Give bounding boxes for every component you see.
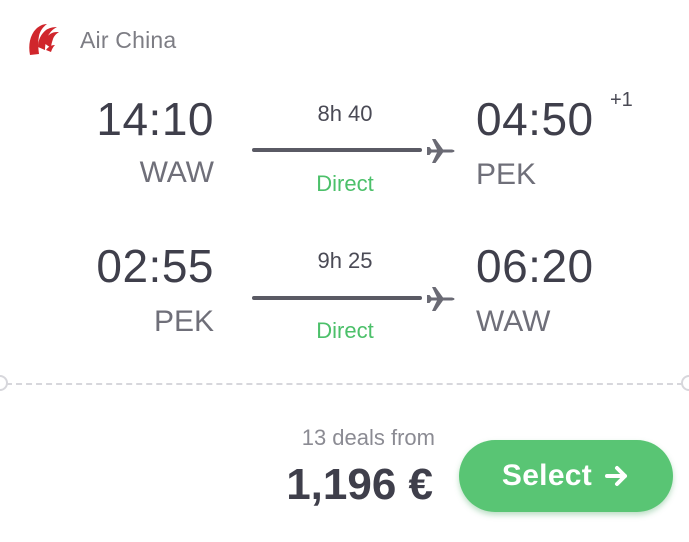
inbound-arrive-time: 06:20 (476, 240, 594, 292)
ticket-divider (6, 383, 683, 385)
ticket-notch-right (681, 375, 689, 391)
ticket-notch-left (0, 375, 8, 391)
outbound-depart-code: WAW (139, 156, 214, 189)
airplane-icon (427, 287, 455, 311)
inbound-depart-time: 02:55 (96, 240, 214, 292)
outbound-route-line (252, 148, 422, 152)
price-value: 1,196 € (286, 460, 433, 509)
flight-result-card[interactable]: Air China 14:10 WAW 8h 40 Direct 04:50 +… (0, 0, 689, 542)
airline-name: Air China (80, 26, 177, 53)
airplane-icon (427, 139, 455, 163)
outbound-stops: Direct (316, 171, 374, 196)
inbound-duration: 9h 25 (317, 248, 373, 273)
deals-count: 13 deals from (301, 425, 435, 450)
outbound-depart-time: 14:10 (96, 93, 214, 145)
outbound-arrive-code: PEK (476, 158, 537, 191)
air-china-logo-icon (29, 24, 59, 55)
outbound-arrive-time: 04:50 (476, 93, 594, 145)
select-button-label: Select (501, 459, 593, 492)
arrow-right-icon (605, 466, 628, 486)
select-button[interactable]: Select (459, 440, 673, 512)
outbound-day-offset-badge: +1 (610, 89, 633, 111)
inbound-stops: Direct (316, 318, 374, 343)
inbound-route-line (252, 296, 422, 300)
inbound-arrive-code: WAW (476, 305, 551, 338)
outbound-duration: 8h 40 (317, 101, 373, 126)
airline-header: Air China (24, 20, 176, 60)
inbound-depart-code: PEK (153, 305, 214, 338)
